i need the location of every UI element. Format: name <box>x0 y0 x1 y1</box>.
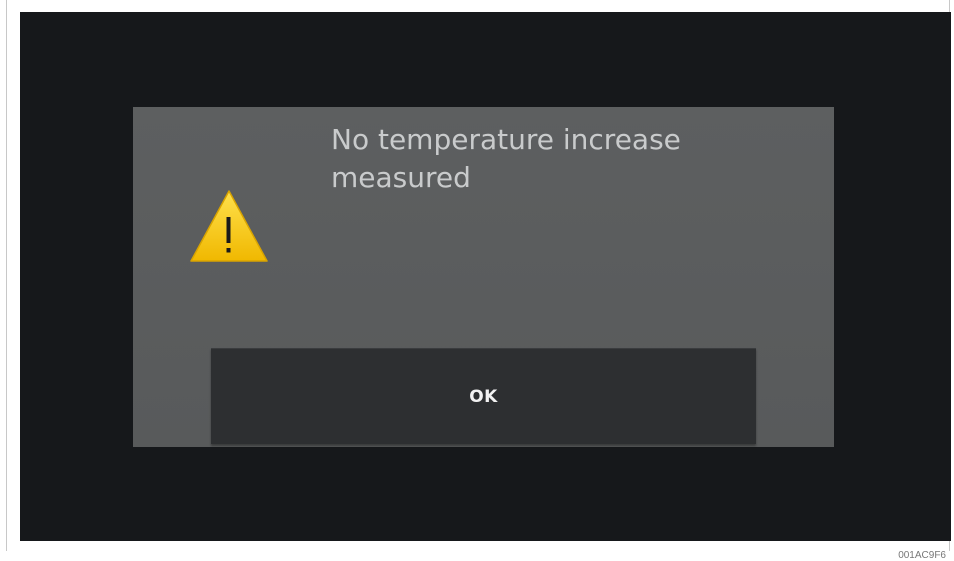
dialog-message: No temperature increase measured <box>331 123 681 194</box>
ok-button[interactable]: OK <box>211 348 756 444</box>
warning-icon <box>188 188 270 264</box>
device-screen: No temperature increase measured OK <box>20 12 951 541</box>
figure-frame: No temperature increase measured OK <box>6 0 951 551</box>
warning-dialog: No temperature increase measured OK <box>133 107 834 447</box>
figure-id: 001AC9F6 <box>898 550 946 561</box>
